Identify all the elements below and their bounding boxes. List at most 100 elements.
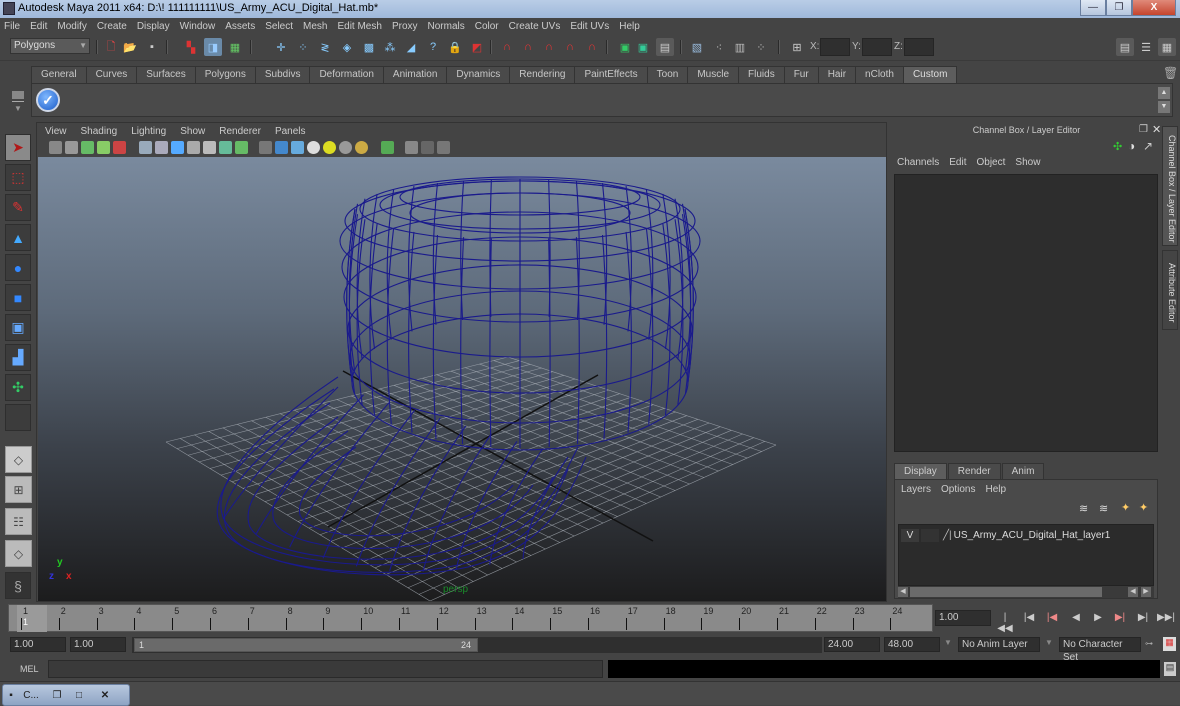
shelf-menu-grip[interactable]: ▼ bbox=[10, 89, 26, 115]
panel-menu-view[interactable]: View bbox=[45, 126, 67, 137]
bookmark-icon[interactable] bbox=[81, 141, 94, 154]
ipr-render-icon[interactable]: ▣ bbox=[634, 38, 652, 56]
trash-icon[interactable]: 🗑 bbox=[1163, 66, 1178, 80]
shadows-icon[interactable] bbox=[355, 141, 368, 154]
magnet-snap-live-icon[interactable]: ∩ bbox=[583, 38, 601, 56]
xray-icon[interactable] bbox=[405, 141, 418, 154]
float-panel-icon[interactable]: ❐ bbox=[1139, 124, 1148, 135]
menu-select[interactable]: Select bbox=[265, 21, 293, 32]
script-editor-icon[interactable]: ▤ bbox=[1164, 662, 1176, 676]
step-forward-key-button[interactable]: ▶| bbox=[1112, 612, 1128, 626]
move-layer-down-icon[interactable]: ≋ bbox=[1099, 502, 1108, 515]
checkmark-icon[interactable]: ✓ bbox=[36, 88, 60, 112]
minimized-window[interactable]: ▪ C... ❐ □ ✕ bbox=[2, 684, 130, 706]
animation-preferences-icon[interactable]: ▦ bbox=[1163, 637, 1176, 651]
save-scene-icon[interactable]: ▪ bbox=[143, 38, 161, 56]
shelf-scroll-down-icon[interactable]: ▼ bbox=[1158, 101, 1170, 113]
four-view-layout-icon[interactable]: ⊞ bbox=[5, 476, 32, 503]
anim-layer-selector[interactable]: No Anim Layer bbox=[958, 637, 1040, 652]
panel-menu-shading[interactable]: Shading bbox=[81, 126, 118, 137]
animation-end-time-field[interactable]: 48.00 bbox=[884, 637, 940, 652]
shelf-tab-surfaces[interactable]: Surfaces bbox=[136, 66, 196, 83]
menu-file[interactable]: File bbox=[4, 21, 20, 32]
magnet-snap-point-icon[interactable]: ∩ bbox=[540, 38, 558, 56]
all-lights-icon[interactable] bbox=[339, 141, 352, 154]
speed-icon[interactable]: ◑ bbox=[1128, 139, 1135, 153]
xray-joints-icon[interactable] bbox=[421, 141, 434, 154]
move-layer-up-icon[interactable]: ≋ bbox=[1079, 502, 1088, 515]
side-tab-channel-box[interactable]: Channel Box / Layer Editor bbox=[1162, 126, 1178, 246]
minimized-maximize-icon[interactable]: □ bbox=[68, 690, 90, 701]
magnet-snap-curve-icon[interactable]: ∩ bbox=[519, 38, 537, 56]
range-slider-thumb[interactable]: 1 24 bbox=[134, 638, 478, 652]
select-by-hierarchy-icon[interactable]: ▚ bbox=[182, 38, 200, 56]
wireframe-shading-icon[interactable] bbox=[259, 141, 272, 154]
field-chart-icon[interactable] bbox=[203, 141, 216, 154]
shelf-tab-hair[interactable]: Hair bbox=[817, 66, 857, 83]
layer-tab-render[interactable]: Render bbox=[947, 463, 1001, 479]
channel-menu-channels[interactable]: Channels bbox=[897, 157, 939, 168]
2d-pan-zoom-icon[interactable] bbox=[113, 141, 126, 154]
move-tool-icon[interactable]: ▲ bbox=[5, 224, 31, 251]
camera-attributes-icon[interactable] bbox=[49, 141, 62, 154]
minimized-close-icon[interactable]: ✕ bbox=[90, 690, 120, 701]
layer-visibility-toggle[interactable]: V bbox=[901, 528, 919, 542]
step-forward-frame-button[interactable]: ▶| bbox=[1135, 612, 1151, 626]
channel-box-toggle-icon[interactable]: ▦ bbox=[1158, 38, 1176, 56]
z-field[interactable] bbox=[904, 38, 934, 56]
share-icon[interactable] bbox=[437, 141, 450, 154]
menu-create-uvs[interactable]: Create UVs bbox=[509, 21, 561, 32]
menu-help[interactable]: Help bbox=[619, 21, 640, 32]
shelf-tab-painteffects[interactable]: PaintEffects bbox=[574, 66, 648, 83]
panel-menu-show[interactable]: Show bbox=[180, 126, 205, 137]
panel-menu-panels[interactable]: Panels bbox=[275, 126, 306, 137]
shelf-tab-curves[interactable]: Curves bbox=[85, 66, 138, 83]
help-question-icon[interactable]: ? bbox=[424, 38, 442, 56]
command-input[interactable] bbox=[48, 660, 603, 678]
time-slider[interactable]: 1 1 2 3 4 5 6 7 8 9 10 11 12 13 14 15 16 17 18 19 20 21 22 23 2… bbox=[8, 604, 933, 632]
layer-menu-layers[interactable]: Layers bbox=[901, 484, 931, 495]
anim-layer-dropdown-icon[interactable]: ▼ bbox=[944, 638, 952, 647]
shelf-tab-rendering[interactable]: Rendering bbox=[509, 66, 576, 83]
clapper-icon[interactable]: ▥ bbox=[731, 38, 749, 56]
hat-wireframe-mesh[interactable] bbox=[216, 176, 701, 576]
default-lighting-icon[interactable] bbox=[323, 141, 336, 154]
select-by-object-icon[interactable]: ◨ bbox=[204, 38, 222, 56]
snap-live-icon[interactable]: ▩ bbox=[360, 38, 378, 56]
magnet-snap-plane-icon[interactable]: ∩ bbox=[561, 38, 579, 56]
menu-edit[interactable]: Edit bbox=[30, 21, 47, 32]
gate-mask-icon[interactable] bbox=[187, 141, 200, 154]
magnet-snap-grid-icon[interactable]: ∩ bbox=[498, 38, 516, 56]
command-language-label[interactable]: MEL bbox=[20, 664, 39, 674]
last-tool-slot[interactable] bbox=[5, 404, 31, 431]
image-plane-icon[interactable] bbox=[97, 141, 110, 154]
scroll-left-icon[interactable]: ◀ bbox=[898, 587, 908, 597]
go-to-end-button[interactable]: ▶▶| bbox=[1157, 612, 1175, 626]
paint-select-tool-icon[interactable]: ✎ bbox=[5, 194, 31, 221]
scrollbar-thumb[interactable] bbox=[910, 587, 1102, 597]
safe-title-icon[interactable] bbox=[235, 141, 248, 154]
output-ops-icon[interactable]: ◢ bbox=[402, 38, 420, 56]
channel-menu-edit[interactable]: Edit bbox=[949, 157, 966, 168]
character-set-selector[interactable]: No Character Set bbox=[1059, 637, 1141, 663]
menu-assets[interactable]: Assets bbox=[225, 21, 255, 32]
shelf-tab-general[interactable]: General bbox=[31, 66, 87, 83]
playback-start-time-field[interactable]: 1.00 bbox=[70, 637, 126, 652]
shelf-tab-ncloth[interactable]: nCloth bbox=[855, 66, 904, 83]
scroll-right-icon[interactable]: ▶ bbox=[1141, 587, 1151, 597]
channel-list-area[interactable] bbox=[894, 174, 1158, 452]
rotate-tool-icon[interactable]: ● bbox=[5, 254, 31, 281]
perspective-viewport[interactable]: y z x persp bbox=[38, 157, 886, 601]
menu-edit-uvs[interactable]: Edit UVs bbox=[570, 21, 609, 32]
range-slider[interactable]: 1 24 bbox=[132, 637, 822, 653]
history-icon[interactable]: ◩ bbox=[468, 38, 486, 56]
render-view-icon[interactable]: ▧ bbox=[688, 38, 706, 56]
menu-window[interactable]: Window bbox=[180, 21, 216, 32]
menu-normals[interactable]: Normals bbox=[428, 21, 465, 32]
safe-action-icon[interactable] bbox=[219, 141, 232, 154]
y-field[interactable] bbox=[862, 38, 892, 56]
new-empty-layer-icon[interactable]: ✦ bbox=[1121, 501, 1130, 514]
scroll-left-small-icon[interactable]: ◀ bbox=[1128, 587, 1138, 597]
new-scene-icon[interactable]: 🗋 bbox=[102, 38, 120, 56]
film-gate-icon[interactable] bbox=[155, 141, 168, 154]
